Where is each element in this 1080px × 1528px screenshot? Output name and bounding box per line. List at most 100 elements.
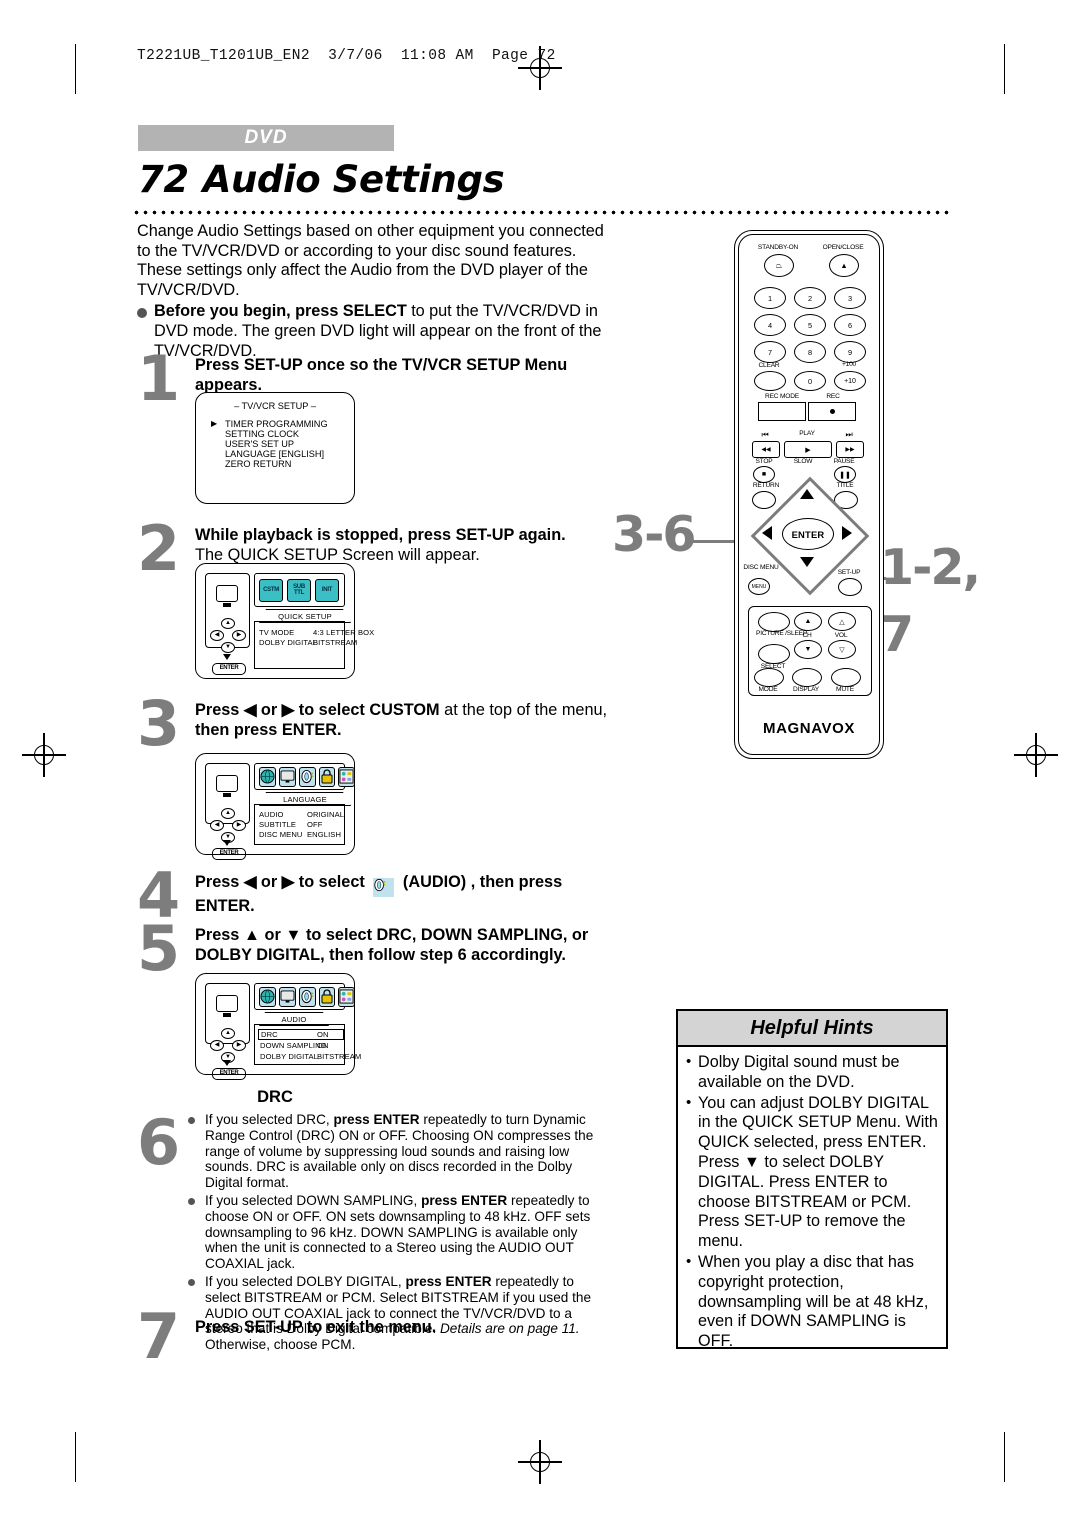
volume-down-button[interactable]: ▽ bbox=[828, 640, 856, 659]
key-9[interactable]: 9 bbox=[834, 341, 866, 363]
rec-mode-label: REC MODE bbox=[765, 393, 799, 400]
tv-display-icon[interactable] bbox=[279, 986, 296, 1007]
key-0[interactable]: 0 bbox=[794, 371, 826, 391]
step-5-bold: Press ▲ or ▼ to select DRC, DOWN SAMPLIN… bbox=[195, 926, 589, 964]
quick-setup-row-label-0: TV MODE bbox=[259, 628, 295, 637]
play-label: PLAY bbox=[799, 430, 815, 437]
rec-mode-button[interactable] bbox=[758, 402, 806, 421]
picture-sleep-button[interactable] bbox=[758, 612, 790, 632]
enter-chip: ENTER bbox=[212, 1068, 246, 1080]
step-2-number: 2 bbox=[137, 512, 180, 585]
registration-mark-right bbox=[1014, 733, 1058, 777]
lock-icon[interactable] bbox=[319, 986, 335, 1007]
language-icon-row bbox=[254, 763, 355, 790]
s6b0-b: press ENTER bbox=[333, 1112, 420, 1127]
step-7-text: Press SET-UP to exit the menu. bbox=[195, 1318, 615, 1338]
arrow-right-icon[interactable] bbox=[842, 526, 852, 540]
others-icon[interactable] bbox=[338, 986, 355, 1007]
arrow-down-icon[interactable] bbox=[800, 557, 814, 567]
display-label: DISPLAY bbox=[793, 686, 819, 693]
tvvcr-setup-item-0: TIMER PROGRAMMING bbox=[225, 419, 328, 429]
volume-up-button[interactable]: △ bbox=[828, 612, 856, 631]
audio-row-label-0[interactable]: DRC bbox=[258, 1028, 344, 1041]
key-2[interactable]: 2 bbox=[794, 287, 826, 309]
language-screen: ▲ ◀ ▶ ▼ ENTER LANGUAGE AUDIO ORIGINAL SU… bbox=[195, 753, 355, 860]
arrow-left-icon[interactable] bbox=[762, 526, 772, 540]
key-5[interactable]: 5 bbox=[794, 314, 826, 336]
language-nav-column: ▲ ◀ ▶ ▼ ENTER bbox=[205, 763, 250, 860]
standby-on-label: STANDBY-ON bbox=[757, 244, 799, 251]
audio-row-value-1: ON bbox=[317, 1041, 329, 1050]
step-1-number: 1 bbox=[137, 342, 180, 415]
plus10-button[interactable]: +10 bbox=[834, 371, 866, 391]
tv-stand-icon bbox=[223, 1013, 231, 1017]
channel-up-button[interactable]: ▲ bbox=[794, 612, 822, 631]
key-1[interactable]: 1 bbox=[754, 287, 786, 309]
channel-down-button[interactable]: ▼ bbox=[794, 640, 822, 659]
crop-mark-bottom-left bbox=[75, 1432, 77, 1482]
setup-button[interactable] bbox=[838, 578, 862, 596]
rec-button[interactable] bbox=[808, 402, 856, 421]
mute-button[interactable] bbox=[831, 668, 861, 687]
play-button[interactable]: ▶ bbox=[784, 441, 832, 458]
others-icon[interactable] bbox=[338, 766, 355, 787]
audio-icon[interactable] bbox=[299, 986, 316, 1007]
key-7[interactable]: 7 bbox=[754, 341, 786, 363]
step-2-text: While playback is stopped, press SET-UP … bbox=[195, 526, 615, 565]
quick-setup-row-value-1: BITSTREAM bbox=[313, 638, 358, 647]
select-button[interactable] bbox=[758, 644, 790, 664]
key-3[interactable]: 3 bbox=[834, 287, 866, 309]
quick-setup-panel: TV MODE 4:3 LETTER BOX DOLBY DIGITAL BIT… bbox=[254, 621, 374, 669]
audio-icon[interactable] bbox=[299, 766, 316, 787]
open-close-button[interactable]: ▲ bbox=[829, 254, 859, 277]
arrow-up-icon[interactable] bbox=[800, 489, 814, 499]
enter-button[interactable]: ENTER bbox=[782, 518, 834, 550]
brand-logo: MAGNAVOX bbox=[762, 720, 856, 737]
rewind-button[interactable]: ◀◀ bbox=[752, 441, 780, 458]
s6b1-a: If you selected DOWN SAMPLING, bbox=[205, 1192, 422, 1208]
bullet-dot-icon bbox=[137, 308, 147, 319]
slow-label: SLOW bbox=[793, 458, 813, 465]
standby-on-button[interactable]: ⏢ bbox=[764, 254, 794, 277]
mode-button[interactable] bbox=[754, 668, 784, 687]
callout-7: 7 bbox=[880, 606, 914, 663]
audio-panel: DRC ON DOWN SAMPLING ON DOLBY DIGITAL BI… bbox=[254, 1024, 361, 1065]
intro-paragraph: Change Audio Settings based on other equ… bbox=[137, 222, 604, 299]
audio-row-value-0: ON bbox=[317, 1030, 329, 1039]
globe-icon[interactable] bbox=[259, 766, 276, 787]
lock-icon[interactable] bbox=[319, 766, 335, 787]
key-6[interactable]: 6 bbox=[834, 314, 866, 336]
intro-bullet-bold: Before you begin, press SELECT bbox=[154, 302, 407, 321]
dpad-icon: ▲ ◀ ▶ ▼ bbox=[210, 808, 246, 843]
step-5-number: 5 bbox=[137, 912, 180, 985]
tvvcr-setup-item-3: LANGUAGE [ENGLISH] bbox=[225, 449, 325, 459]
step-7-bold: Press SET-UP to exit the menu. bbox=[195, 1318, 437, 1336]
tv-icon bbox=[216, 585, 238, 602]
display-button[interactable] bbox=[792, 668, 822, 687]
helpful-hints-box: Helpful Hints Dolby Digital sound must b… bbox=[676, 1009, 948, 1350]
down-arrow-icon bbox=[223, 1060, 231, 1066]
prev-label: ⏮ bbox=[761, 430, 769, 439]
icon-subtitle[interactable]: SUB TTL bbox=[287, 578, 311, 602]
page-number: 72 bbox=[138, 158, 189, 201]
step-5-text: Press ▲ or ▼ to select DRC, DOWN SAMPLIN… bbox=[195, 926, 615, 965]
fast-forward-button[interactable]: ▶▶ bbox=[836, 441, 864, 458]
crop-mark-bottom-right bbox=[1004, 1432, 1006, 1482]
language-panel: AUDIO ORIGINAL SUBTITLE OFF DISC MENU EN… bbox=[254, 804, 345, 845]
audio-row-label-2[interactable]: DOLBY DIGITAL bbox=[260, 1052, 318, 1061]
tv-display-icon[interactable] bbox=[279, 766, 296, 787]
crop-mark-top-right bbox=[1004, 44, 1006, 94]
quick-setup-nav-column: ▲ ◀ ▶ ▼ ENTER bbox=[205, 573, 250, 675]
enter-chip: ENTER bbox=[212, 848, 246, 860]
disc-menu-button[interactable]: MENU bbox=[748, 578, 770, 595]
key-4[interactable]: 4 bbox=[754, 314, 786, 336]
clear-button[interactable] bbox=[754, 371, 786, 391]
globe-icon[interactable] bbox=[259, 986, 276, 1007]
key-8[interactable]: 8 bbox=[794, 341, 826, 363]
registration-mark-bottom bbox=[518, 1440, 562, 1484]
icon-init[interactable]: INIT bbox=[315, 578, 339, 602]
tvvcr-setup-title: – TV/VCR SETUP – bbox=[234, 401, 316, 411]
callout-3-6: 3-6 bbox=[612, 506, 697, 563]
icon-custom[interactable]: CSTM bbox=[259, 578, 283, 602]
dpad-icon: ▲ ◀ ▶ ▼ bbox=[210, 1028, 246, 1063]
